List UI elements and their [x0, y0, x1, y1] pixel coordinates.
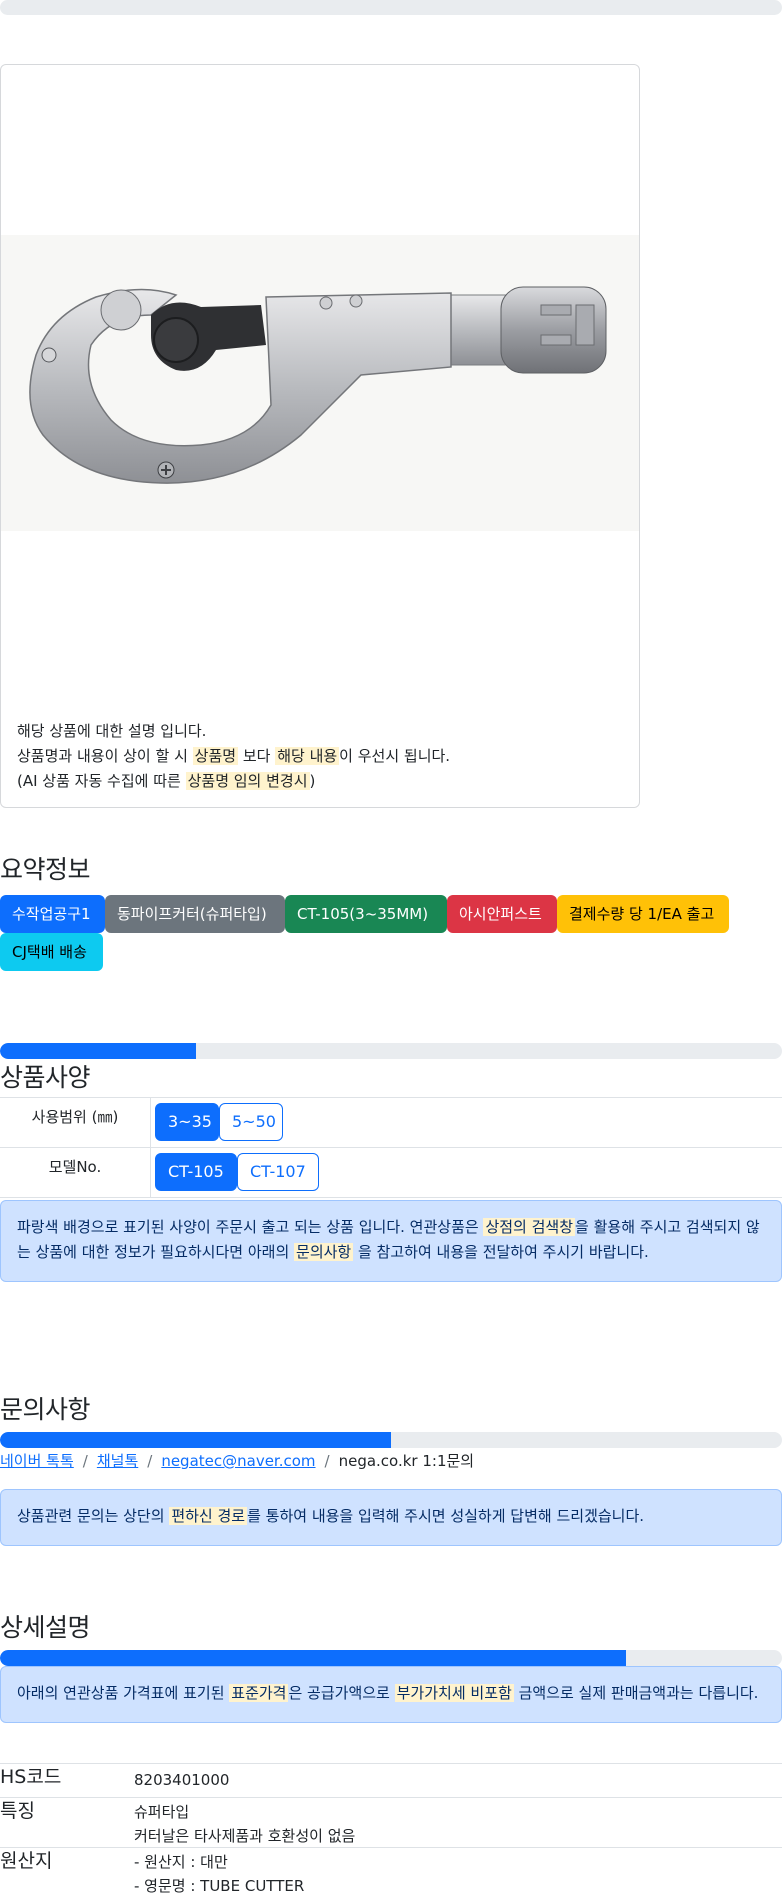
highlight-standard-price: 표준가격 — [229, 1684, 289, 1702]
info-value-origin: - 원산지 : 대만 - 영문명 : TUBE CUTTER — [134, 1853, 305, 1895]
spec-row-range: 사용범위 (㎜) 3~35 5~50 — [0, 1097, 782, 1148]
spec-notice: 파랑색 배경으로 표기된 사양이 주문시 출고 되는 상품 입니다. 연관상품은… — [0, 1200, 782, 1282]
badge-courier: CJ택배 배송 — [0, 933, 103, 971]
link-channel-talk[interactable]: 채널톡 — [97, 1452, 138, 1470]
highlight-inquiry: 문의사항 — [294, 1243, 354, 1261]
detail-progress-bar — [0, 1650, 782, 1666]
inquiry-progress-bar — [0, 1432, 782, 1448]
desc-line-3: (AI 상품 자동 수집에 따른 상품명 임의 변경시) — [17, 772, 316, 790]
badge-category: 수작업공구1 — [0, 895, 105, 933]
product-card: 해당 상품에 대한 설명 입니다. 상품명과 내용이 상이 할 시 상품명 보다… — [0, 64, 640, 808]
info-row-hs-code: HS코드 8203401000 — [0, 1763, 782, 1797]
badge-model: CT-105(3~35MM) — [285, 895, 447, 933]
highlight-store-search: 상점의 검색창 — [483, 1218, 576, 1236]
product-description: 해당 상품에 대한 설명 입니다. 상품명과 내용이 상이 할 시 상품명 보다… — [17, 719, 450, 794]
link-separator: / — [324, 1452, 330, 1470]
info-value-feature: 슈퍼타입 커터날은 타사제품과 호환성이 없음 — [134, 1803, 356, 1845]
summary-title: 요약정보 — [0, 855, 91, 884]
detail-progress-fill — [0, 1650, 626, 1666]
spec-progress-fill — [0, 1043, 196, 1059]
info-row-feature: 특징 슈퍼타입 커터날은 타사제품과 호환성이 없음 — [0, 1797, 782, 1847]
info-label-hs-code: HS코드 — [0, 1766, 62, 1788]
info-label-feature: 특징 — [0, 1800, 35, 1822]
info-row-origin: 원산지 - 원산지 : 대만 - 영문명 : TUBE CUTTER — [0, 1847, 782, 1895]
highlight-product-name: 상품명 — [192, 747, 239, 765]
desc-line-2: 상품명과 내용이 상이 할 시 상품명 보다 해당 내용 이 우선시 됩니다. — [17, 747, 451, 765]
tube-cutter-illustration — [29, 286, 607, 484]
inquiry-links: 네이버 톡톡 / 채널톡 / negatec@naver.com / nega.co.kr … — [0, 1450, 474, 1472]
inquiry-progress-fill — [0, 1432, 391, 1448]
spec-progress-bar — [0, 1043, 782, 1059]
info-label-origin: 원산지 — [0, 1850, 53, 1872]
desc-line-1: 해당 상품에 대한 설명 입니다. — [17, 722, 207, 740]
link-separator: / — [147, 1452, 153, 1470]
spec-row-model: 모델No. CT-105 CT-107 — [0, 1147, 782, 1198]
spec-label-range: 사용범위 (㎜) — [0, 1098, 151, 1147]
detail-title: 상세설명 — [0, 1613, 91, 1642]
badge-shipping-unit: 결제수량 당 1/EA 출고 — [557, 895, 729, 933]
badge-brand: 아시안퍼스트 — [447, 895, 557, 933]
info-value-hs-code: 8203401000 — [134, 1771, 230, 1789]
detail-notice: 아래의 연관상품 가격표에 표기된 표준가격 은 공급가액으로 부가가치세 비포함… — [0, 1666, 782, 1723]
spec-title: 상품사양 — [0, 1063, 91, 1092]
link-naver-talktalk[interactable]: 네이버 톡톡 — [0, 1452, 74, 1470]
highlight-content: 해당 내용 — [275, 747, 340, 765]
highlight-name-change: 상품명 임의 변경시 — [185, 772, 310, 790]
product-image-tube-cutter — [1, 235, 639, 531]
spec-option-5-50[interactable]: 5~50 — [219, 1103, 283, 1141]
spec-option-ct-107[interactable]: CT-107 — [237, 1153, 319, 1191]
highlight-vat-excluded: 부가가치세 비포함 — [394, 1684, 514, 1702]
link-email[interactable]: negatec@naver.com — [161, 1452, 315, 1470]
spec-option-3-35[interactable]: 3~35 — [155, 1103, 219, 1141]
link-separator: / — [82, 1452, 88, 1470]
badge-product-type: 동파이프커터(슈퍼타입) — [105, 895, 285, 933]
link-site-inquiry: nega.co.kr 1:1문의 — [338, 1452, 475, 1470]
top-progress-bar — [0, 0, 782, 15]
inquiry-title: 문의사항 — [0, 1395, 91, 1424]
spec-option-ct-105[interactable]: CT-105 — [155, 1153, 237, 1191]
inquiry-notice: 상품관련 문의는 상단의 편하신 경로 를 통하여 내용을 입력해 주시면 성실하… — [0, 1489, 782, 1546]
spec-label-model: 모델No. — [0, 1148, 151, 1197]
highlight-convenient-route: 편하신 경로 — [169, 1507, 248, 1525]
